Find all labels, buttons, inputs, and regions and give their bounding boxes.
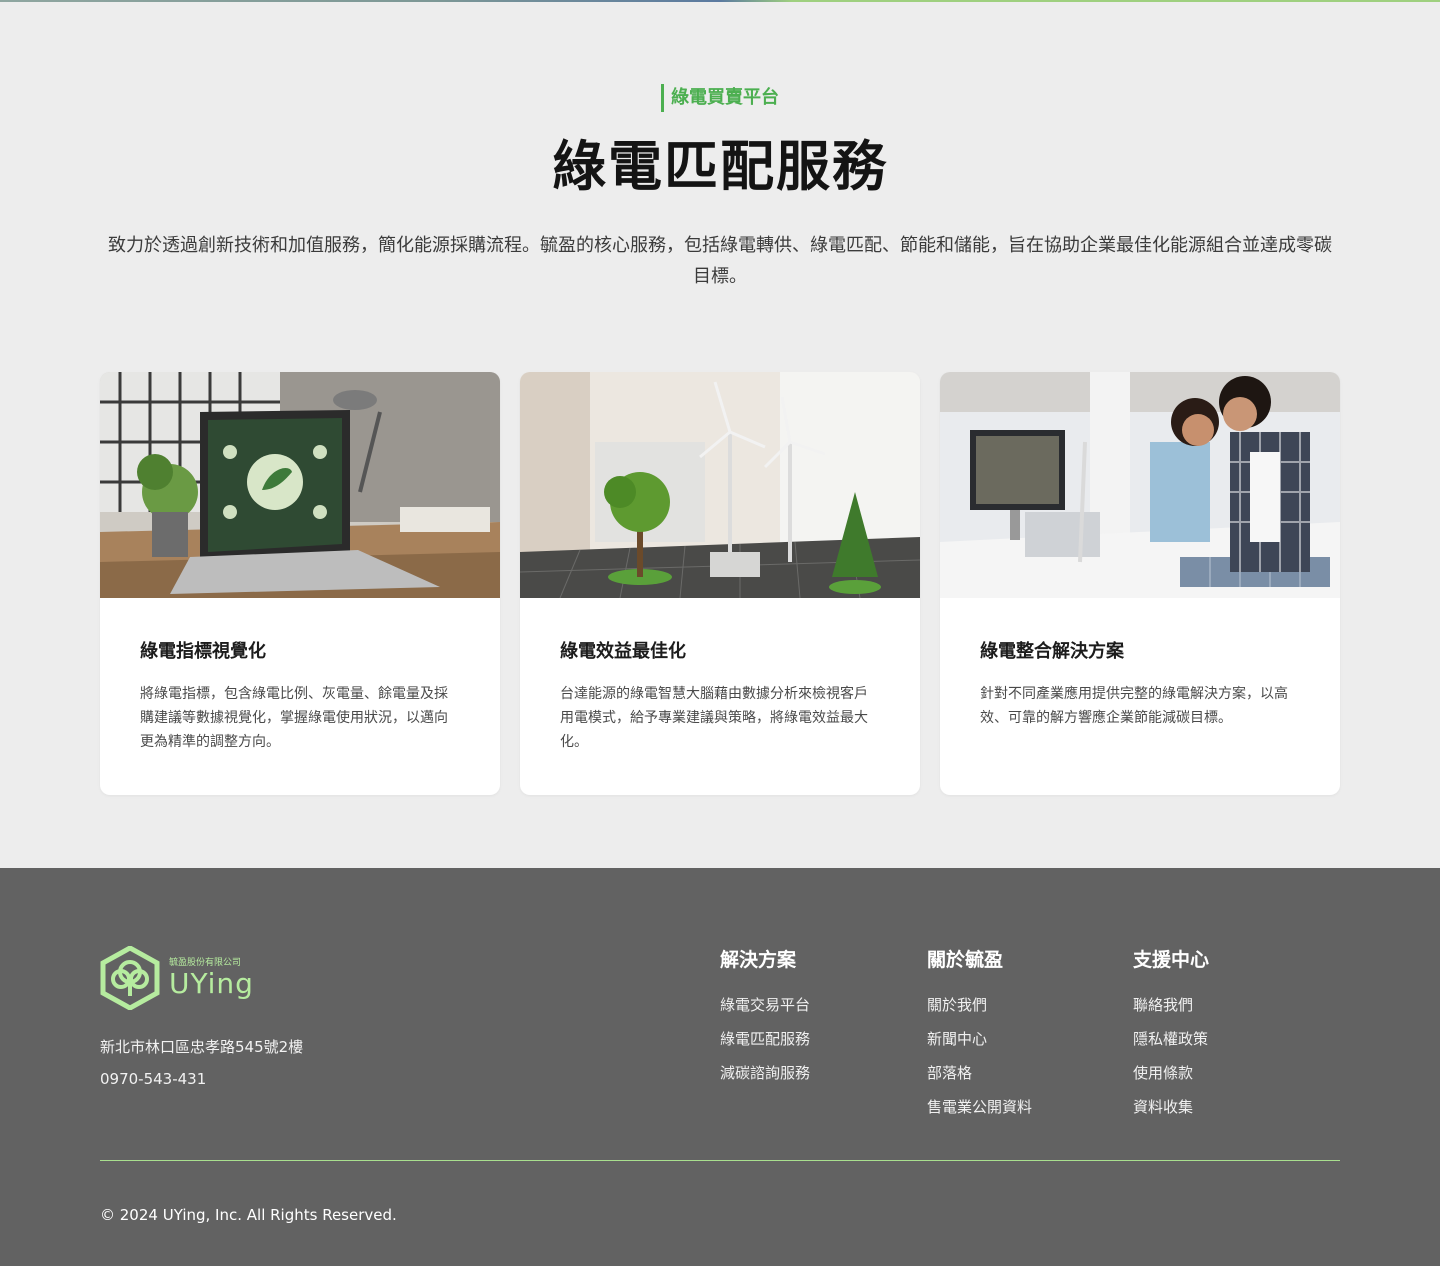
footer-link[interactable]: 綠電匹配服務 bbox=[720, 1030, 810, 1048]
footer-column-about: 關於毓盈 關於我們 新聞中心 部落格 售電業公開資料 bbox=[927, 948, 1032, 1132]
footer-link[interactable]: 綠電交易平台 bbox=[720, 996, 810, 1014]
eyebrow-label: 綠電買賣平台 bbox=[661, 84, 779, 112]
footer-link[interactable]: 關於我們 bbox=[927, 996, 1032, 1014]
footer-divider bbox=[100, 1160, 1340, 1161]
service-card[interactable]: 綠電效益最佳化 台達能源的綠電智慧大腦藉由數據分析來檢視客戶用電模式，給予專業建… bbox=[520, 372, 920, 795]
footer-link[interactable]: 新聞中心 bbox=[927, 1030, 1032, 1048]
section-title: 綠電匹配服務 bbox=[552, 135, 888, 198]
card-title: 綠電指標視覺化 bbox=[140, 641, 266, 662]
copyright-text: © 2024 UYing, Inc. All Rights Reserved. bbox=[100, 1206, 397, 1224]
footer-link[interactable]: 資料收集 bbox=[1133, 1098, 1209, 1116]
site-footer: 毓盈股份有限公司 UYing 新北市林口區忠孝路545號2樓 0970-543-… bbox=[0, 868, 1440, 1266]
footer-link[interactable]: 使用條款 bbox=[1133, 1064, 1209, 1082]
footer-link[interactable]: 部落格 bbox=[927, 1064, 1032, 1082]
footer-column-solutions: 解決方案 綠電交易平台 綠電匹配服務 減碳諮詢服務 bbox=[720, 948, 810, 1098]
footer-link[interactable]: 隱私權政策 bbox=[1133, 1030, 1209, 1048]
laptop-dashboard-image bbox=[100, 372, 500, 598]
footer-column-title: 支援中心 bbox=[1133, 949, 1210, 971]
tree-hexagon-logo-icon bbox=[100, 946, 160, 1010]
section-eyebrow: 綠電買賣平台 bbox=[0, 84, 1440, 112]
company-phone: 0970-543-431 bbox=[100, 1070, 207, 1088]
engineers-planning-image bbox=[940, 372, 1340, 598]
card-description: 將綠電指標，包含綠電比例、灰電量、餘電量及採購建議等數據視覺化，掌握綠電使用狀況… bbox=[140, 686, 448, 750]
card-description: 針對不同產業應用提供完整的綠電解決方案，以高效、可靠的解方響應企業節能減碳目標。 bbox=[980, 686, 1288, 726]
card-description: 台達能源的綠電智慧大腦藉由數據分析來檢視客戶用電模式，給予專業建議與策略，將綠電… bbox=[560, 686, 868, 750]
footer-link[interactable]: 減碳諮詢服務 bbox=[720, 1064, 810, 1082]
footer-link[interactable]: 聯絡我們 bbox=[1133, 996, 1209, 1014]
card-title: 綠電整合解決方案 bbox=[980, 641, 1124, 662]
service-card[interactable]: 綠電指標視覺化 將綠電指標，包含綠電比例、灰電量、餘電量及採購建議等數據視覺化，… bbox=[100, 372, 500, 795]
footer-link[interactable]: 售電業公開資料 bbox=[927, 1098, 1032, 1116]
footer-column-title: 解決方案 bbox=[720, 949, 797, 971]
green-matching-section: 綠電買賣平台 綠電匹配服務 致力於透過創新技術和加值服務，簡化能源採購流程。毓盈… bbox=[0, 2, 1440, 868]
card-title: 綠電效益最佳化 bbox=[560, 641, 686, 662]
footer-column-title: 關於毓盈 bbox=[927, 949, 1004, 971]
company-address: 新北市林口區忠孝路545號2樓 bbox=[100, 1038, 304, 1056]
footer-column-support: 支援中心 聯絡我們 隱私權政策 使用條款 資料收集 bbox=[1133, 948, 1209, 1132]
service-card[interactable]: 綠電整合解決方案 針對不同產業應用提供完整的綠電解決方案，以高效、可靠的解方響應… bbox=[940, 372, 1340, 795]
logo-wordmark: UYing bbox=[169, 967, 254, 1000]
section-intro: 致力於透過創新技術和加值服務，簡化能源採購流程。毓盈的核心服務，包括綠電轉供、綠… bbox=[108, 235, 1332, 287]
service-cards: 綠電指標視覺化 將綠電指標，包含綠電比例、灰電量、餘電量及採購建議等數據視覺化，… bbox=[100, 372, 1340, 795]
footer-logo[interactable]: 毓盈股份有限公司 UYing bbox=[100, 946, 254, 1010]
wind-turbine-model-image bbox=[520, 372, 920, 598]
